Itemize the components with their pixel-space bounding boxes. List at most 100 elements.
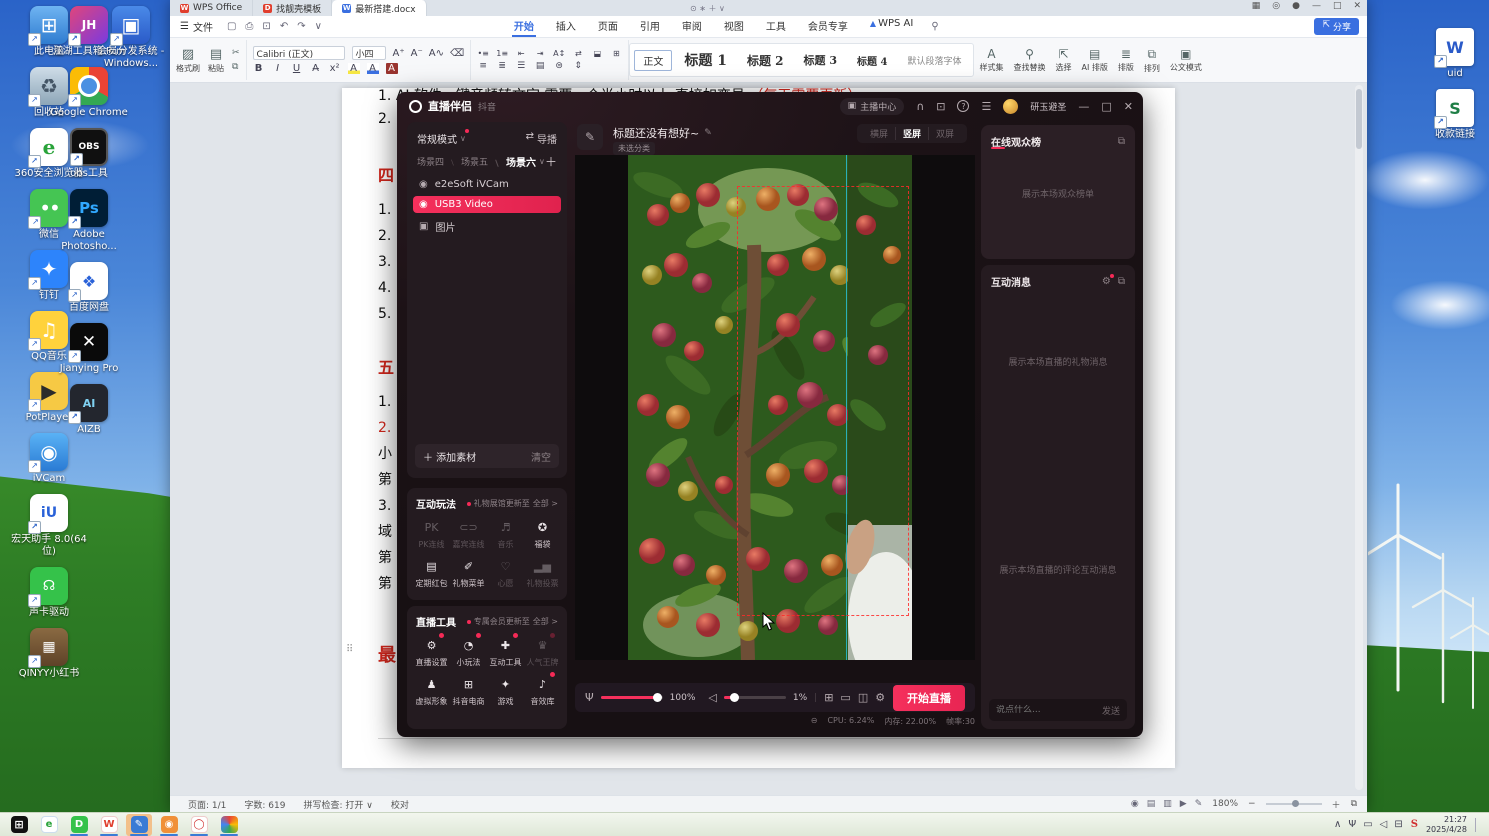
font-tool-button[interactable]: ⌫ [450,48,464,59]
tool-grid-item[interactable]: ✚ 互动工具 [487,633,524,668]
desktop-icon[interactable]: iU 宏天助手 8.0(64位) [6,494,92,558]
ribbon-menu-item[interactable]: 插入 [554,16,578,37]
font-tool-button[interactable]: A⁺ [393,48,405,59]
scene-tab[interactable]: 场景四 [417,155,444,168]
wps-document-tab[interactable]: W 最新搭建.docx [332,0,427,16]
search-icon[interactable]: ⚲ [931,21,938,32]
quick-access-button[interactable]: ↷ [297,21,305,32]
paragraph-tool-button[interactable]: ▤ [534,61,546,71]
tab-extra-buttons[interactable]: ⊙ ∗ ＋ ∨ [690,3,725,14]
paragraph-tool-button[interactable]: •≡ [477,49,489,58]
taskbar-app-button[interactable]: ⊞ [6,814,32,836]
strikethrough-button[interactable]: A̶ [310,63,322,74]
play-grid-item[interactable]: ✪ 福袋 [524,517,561,550]
char-shading-button[interactable]: A [385,63,398,74]
paragraph-drag-handle[interactable]: ⠿ [346,644,353,655]
comment-input[interactable] [996,705,1102,715]
minimize-button[interactable]: — [1078,100,1089,113]
view-mode-button[interactable]: ▶ [1180,799,1187,809]
document-scrollbar[interactable] [1355,85,1363,790]
mic-volume-slider[interactable] [600,693,663,702]
paragraph-tool-button[interactable]: ⊞ [610,49,622,58]
font-name-select[interactable]: Calibri (正文) [252,46,345,60]
taskbar-app-button[interactable]: W [96,814,122,836]
format-painter-button[interactable]: ▨ 格式刷 [176,47,200,74]
paragraph-tool-button[interactable]: ⇄ [572,49,584,58]
window-control-button[interactable]: ▦ [1252,1,1261,11]
cut-icon[interactable]: ✂ [232,48,240,58]
window-control-button[interactable]: ✕ [1353,1,1361,11]
taskbar-app-button[interactable]: ◯ [186,814,212,836]
highlight-color-button[interactable]: A [347,63,360,74]
ribbon-tool-button[interactable]: ≣ 排版 [1113,47,1139,74]
desktop-icon[interactable]: ▣ 会员分发系统 -Windows... [88,6,174,70]
ribbon-menu-item[interactable]: 引用 [638,16,662,37]
magnifier-icon[interactable]: ⊖ [811,716,818,727]
source-row[interactable]: ◉ USB3 Video [413,196,561,213]
chat-icon[interactable]: ⊡ [936,100,945,113]
taskbar-app-button[interactable]: D [66,814,92,836]
notification-center-icon[interactable] [1475,817,1485,832]
clear-button[interactable]: 清空 [531,449,551,464]
status-item[interactable]: 字数: 619 [244,798,285,811]
mode-select[interactable]: 常规模式 [417,131,457,146]
clock[interactable]: 21:27 2025/4/28 [1426,815,1467,835]
status-item[interactable]: 页面: 1/1 [188,798,226,811]
camera-icon[interactable]: ◫ [858,691,868,704]
style-chip[interactable]: 标题 2 [739,50,792,71]
ribbon-tool-button[interactable]: A 样式集 [974,47,1008,74]
ribbon-menu-item[interactable]: 会员专享 [806,16,850,37]
taskbar-app-button[interactable]: ◉ [156,814,182,836]
desktop-icon[interactable]: ❖ 百度网盘 [46,262,132,314]
tray-icon[interactable]: ∧ [1334,819,1341,830]
desktop-icon[interactable]: S 收款链接 [1412,89,1489,141]
style-chip[interactable]: 正文 [634,49,673,71]
status-item[interactable]: 校对 [391,798,409,811]
copy-icon[interactable]: ⧉ [232,62,240,72]
layout-option[interactable]: 双屏 [927,127,961,140]
maximize-button[interactable]: □ [1101,100,1111,113]
edit-title-button[interactable]: ✎ [577,124,603,150]
tool-grid-item[interactable]: ⚙ 直播设置 [413,633,450,668]
fit-page-button[interactable]: ⧉ [1351,799,1357,809]
play-grid-item[interactable]: ▤ 定期红包 [413,556,450,589]
play-grid-item[interactable]: ♡ 心愿 [487,556,524,589]
popup-icon[interactable]: ⧉ [1118,276,1125,287]
desktop-icon[interactable]: Google Chrome [46,67,132,119]
italic-button[interactable]: I [272,63,284,74]
add-material-button[interactable]: ＋ 添加素材 清空 [415,444,559,468]
font-color-button[interactable]: A [366,63,379,74]
view-mode-button[interactable]: ◉ [1131,799,1139,809]
tool-grid-item[interactable]: ♛ 人气王牌 [524,633,561,668]
status-item[interactable]: 拼写检查: 打开 ∨ [303,798,372,811]
share-screen-icon[interactable]: ⊞ [824,691,833,704]
ribbon-menu-item[interactable]: 视图 [722,16,746,37]
zoom-out-button[interactable]: − [1248,799,1256,809]
quick-access-button[interactable]: ∨ [315,21,322,32]
paragraph-tool-button[interactable]: ⇤ [515,49,527,58]
quick-access-button[interactable]: ↶ [280,21,288,32]
wps-document-tab[interactable]: W WPS Office [170,0,254,16]
desktop-icon[interactable]: ◉ iVCam [6,433,92,485]
desktop-icon[interactable]: ✕ Jianying Pro [46,323,132,375]
source-row[interactable]: ◉ e2eSoft iVCam [413,176,561,193]
layout-option[interactable]: 竖屏 [894,127,928,140]
play-grid-item[interactable]: ⊂⊃ 嘉宾连线 [450,517,487,550]
zoom-in-button[interactable]: ＋ [1332,798,1341,811]
ribbon-menu-item[interactable]: 审阅 [680,16,704,37]
window-control-button[interactable]: □ [1333,1,1342,11]
taskbar-app-button[interactable] [216,814,242,836]
tray-icon[interactable]: ▭ [1363,819,1372,830]
taskbar-app-button[interactable]: ✎ [126,813,152,836]
superscript-button[interactable]: x² [329,63,341,74]
send-button[interactable]: 发送 [1102,704,1120,717]
category-tag[interactable]: 未选分类 [613,142,655,155]
zoom-level[interactable]: 180% [1212,799,1238,809]
source-row[interactable]: ▣ 图片 [413,216,561,237]
style-chip[interactable]: 默认段落字体 [899,52,969,69]
start-live-button[interactable]: 开始直播 [893,684,965,711]
ribbon-menu-item[interactable]: WPS AI [868,16,915,37]
desktop-icon[interactable]: OBS obs工具 [46,128,132,180]
paragraph-tool-button[interactable]: ☰ [515,61,527,71]
desktop-icon[interactable]: AI AIZB [46,384,132,436]
